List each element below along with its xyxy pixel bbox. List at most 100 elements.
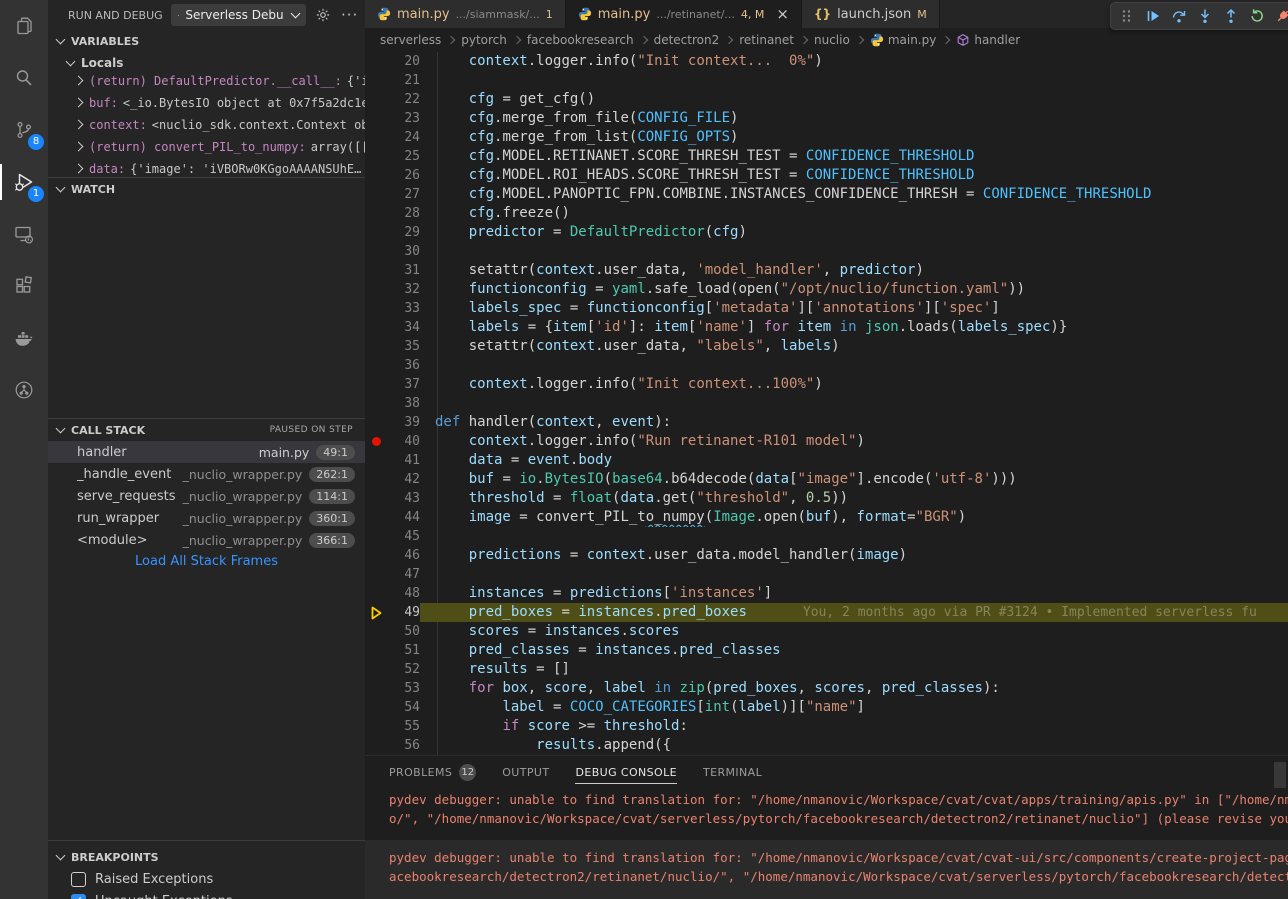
variable-row[interactable]: buf:<_io.BytesIO object at 0x7f5a2dc1ecc… <box>48 96 365 118</box>
code-line-30[interactable]: 30 <box>365 242 1288 261</box>
code-line-42[interactable]: 42 buf = io.BytesIO(base64.b64decode(dat… <box>365 470 1288 489</box>
code-line-28[interactable]: 28 cfg.freeze() <box>365 204 1288 223</box>
load-all-stack-frames-link[interactable]: Load All Stack Frames <box>48 551 365 573</box>
code-line-35[interactable]: 35 setattr(context.user_data, "labels", … <box>365 337 1288 356</box>
close-icon[interactable]: × <box>776 7 789 22</box>
code-line-38[interactable]: 38 <box>365 394 1288 413</box>
tab-main.py-siammask[interactable]: main.py.../siammask/...1 <box>365 0 566 28</box>
breadcrumb-item-serverless[interactable]: serverless <box>380 33 441 47</box>
code-line-31[interactable]: 31 setattr(context.user_data, 'model_han… <box>365 261 1288 280</box>
variable-row[interactable]: data:{'image': 'iVBORw0KGgoAAAANSUhE… 55 <box>48 162 365 177</box>
code-line-56[interactable]: 56 results.append({ <box>365 736 1288 755</box>
code-line-54[interactable]: 54 label = COCO_CATEGORIES[int(label)]["… <box>365 698 1288 717</box>
step-out-button[interactable] <box>1218 4 1243 28</box>
tab-launch.json[interactable]: {}launch.jsonM <box>802 0 940 28</box>
breadcrumb-item-nuclio[interactable]: nuclio <box>814 33 850 47</box>
panel-tab-debug-console[interactable]: DEBUG CONSOLE <box>575 756 677 788</box>
code-line-48[interactable]: 48 instances = predictions['instances'] <box>365 584 1288 603</box>
code-line-41[interactable]: 41 data = event.body <box>365 451 1288 470</box>
console-message-group[interactable]: pydev debugger: unable to find translati… <box>365 840 1288 899</box>
activity-item-remote-explorer[interactable] <box>0 208 48 260</box>
activity-item-source-control[interactable]: 8 <box>0 104 48 156</box>
breadcrumb-item-pytorch[interactable]: pytorch <box>461 33 507 47</box>
breakpoint-icon[interactable] <box>372 437 381 446</box>
tab-main.py-retinanet[interactable]: main.py.../retinanet/...4, M× <box>566 0 802 28</box>
code-token: cfg <box>469 148 494 164</box>
panel-scrollbar-thumb[interactable] <box>1274 762 1286 788</box>
call-stack-frame[interactable]: handlermain.py49:1 <box>48 441 365 463</box>
code-line-46[interactable]: 46 predictions = context.user_data.model… <box>365 546 1288 565</box>
step-into-button[interactable] <box>1192 4 1217 28</box>
variables-scope-locals[interactable]: Locals <box>48 52 365 74</box>
more-actions-icon[interactable]: ··· <box>340 4 359 26</box>
variable-row[interactable]: (return) DefaultPredictor.__call__:{'ins… <box>48 74 365 96</box>
breadcrumb-item-detectron2[interactable]: detectron2 <box>654 33 720 47</box>
code-line-36[interactable]: 36 <box>365 356 1288 375</box>
breadcrumb-item-facebookresearch[interactable]: facebookresearch <box>527 33 634 47</box>
breadcrumb-item-retinanet[interactable]: retinanet <box>739 33 794 47</box>
checkbox-unchecked[interactable] <box>71 872 86 887</box>
call-stack-frame[interactable]: serve_requests_nuclio_wrapper.py114:1 <box>48 485 365 507</box>
checkbox-checked[interactable]: ✓ <box>71 894 86 899</box>
code-line-47[interactable]: 47 <box>365 565 1288 584</box>
code-line-49[interactable]: 49 pred_boxes = instances.pred_boxesYou,… <box>365 603 1288 622</box>
code-line-45[interactable]: 45 <box>365 527 1288 546</box>
call-stack-header[interactable]: CALL STACK PAUSED ON STEP <box>48 419 365 441</box>
activity-item-search[interactable] <box>0 52 48 104</box>
code-line-37[interactable]: 37 context.logger.info("Init context...1… <box>365 375 1288 394</box>
continue-button[interactable] <box>1140 4 1165 28</box>
code-line-34[interactable]: 34 labels = {item['id']: item['name'] fo… <box>365 318 1288 337</box>
code-line-53[interactable]: 53 for box, score, label in zip(pred_box… <box>365 679 1288 698</box>
code-line-26[interactable]: 26 cfg.MODEL.ROI_HEADS.SCORE_THRESH_TEST… <box>365 166 1288 185</box>
variable-row[interactable]: (return) convert_PIL_to_numpy:array([[[ … <box>48 140 365 162</box>
code-line-51[interactable]: 51 pred_classes = instances.pred_classes <box>365 641 1288 660</box>
panel-tab-output[interactable]: OUTPUT <box>502 756 549 788</box>
watch-header[interactable]: WATCH <box>48 178 365 200</box>
variable-row[interactable]: context:<nuclio_sdk.context.Context obje… <box>48 118 365 140</box>
console-message-group[interactable]: pydev debugger: unable to find translati… <box>365 790 1288 828</box>
activity-item-docker[interactable] <box>0 312 48 364</box>
breadcrumb-item-handler[interactable]: handler <box>956 33 1020 47</box>
restart-button[interactable] <box>1244 4 1269 28</box>
call-stack-frame[interactable]: _handle_event_nuclio_wrapper.py262:1 <box>48 463 365 485</box>
code-line-24[interactable]: 24 cfg.merge_from_list(CONFIG_OPTS) <box>365 128 1288 147</box>
gutter-glyph <box>365 546 387 565</box>
code-line-22[interactable]: 22 cfg = get_cfg() <box>365 90 1288 109</box>
code-editor[interactable]: 20 context.logger.info("Init context... … <box>365 52 1288 755</box>
code-line-29[interactable]: 29 predictor = DefaultPredictor(cfg) <box>365 223 1288 242</box>
activity-item-explorer[interactable] <box>0 0 48 52</box>
activity-item-git-graph[interactable] <box>0 364 48 416</box>
code-line-39[interactable]: 39def handler(context, event): <box>365 413 1288 432</box>
code-line-55[interactable]: 55 if score >= threshold: <box>365 717 1288 736</box>
variables-header[interactable]: VARIABLES <box>48 30 365 52</box>
code-line-21[interactable]: 21 <box>365 71 1288 90</box>
call-stack-frame[interactable]: run_wrapper_nuclio_wrapper.py360:1 <box>48 507 365 529</box>
code-line-33[interactable]: 33 labels_spec = functionconfig['metadat… <box>365 299 1288 318</box>
activity-item-extensions[interactable] <box>0 260 48 312</box>
code-line-44[interactable]: 44 image = convert_PIL_to_numpy(Image.op… <box>365 508 1288 527</box>
code-line-32[interactable]: 32 functionconfig = yaml.safe_load(open(… <box>365 280 1288 299</box>
panel-tab-problems[interactable]: PROBLEMS12 <box>389 756 476 788</box>
activity-item-run-and-debug[interactable]: 1 <box>0 156 48 208</box>
gutter-glyph[interactable] <box>365 432 387 451</box>
current-step-glyph[interactable] <box>365 603 387 622</box>
breakpoints-header[interactable]: BREAKPOINTS <box>48 846 365 868</box>
code-line-23[interactable]: 23 cfg.merge_from_file(CONFIG_FILE) <box>365 109 1288 128</box>
call-stack-frame[interactable]: <module>_nuclio_wrapper.py366:1 <box>48 529 365 551</box>
panel-tab-terminal[interactable]: TERMINAL <box>703 756 762 788</box>
step-over-button[interactable] <box>1166 4 1191 28</box>
breakpoint-row[interactable]: Raised Exceptions <box>48 868 365 890</box>
launch-config-dropdown[interactable]: Serverless Debu <box>171 4 306 26</box>
editor-group: main.py.../siammask/...1main.py.../retin… <box>365 0 1288 899</box>
code-line-27[interactable]: 27 cfg.MODEL.PANOPTIC_FPN.COMBINE.INSTAN… <box>365 185 1288 204</box>
breadcrumb-item-main.py[interactable]: main.py <box>870 33 937 47</box>
code-line-40[interactable]: 40 context.logger.info("Run retinanet-R1… <box>365 432 1288 451</box>
breakpoint-row[interactable]: ✓Uncaught Exceptions <box>48 890 365 899</box>
disconnect-button[interactable] <box>1270 4 1288 28</box>
code-line-52[interactable]: 52 results = [] <box>365 660 1288 679</box>
code-line-25[interactable]: 25 cfg.MODEL.RETINANET.SCORE_THRESH_TEST… <box>365 147 1288 166</box>
code-line-20[interactable]: 20 context.logger.info("Init context... … <box>365 52 1288 71</box>
debug-settings-gear-icon[interactable] <box>314 4 333 26</box>
code-line-43[interactable]: 43 threshold = float(data.get("threshold… <box>365 489 1288 508</box>
code-line-50[interactable]: 50 scores = instances.scores <box>365 622 1288 641</box>
